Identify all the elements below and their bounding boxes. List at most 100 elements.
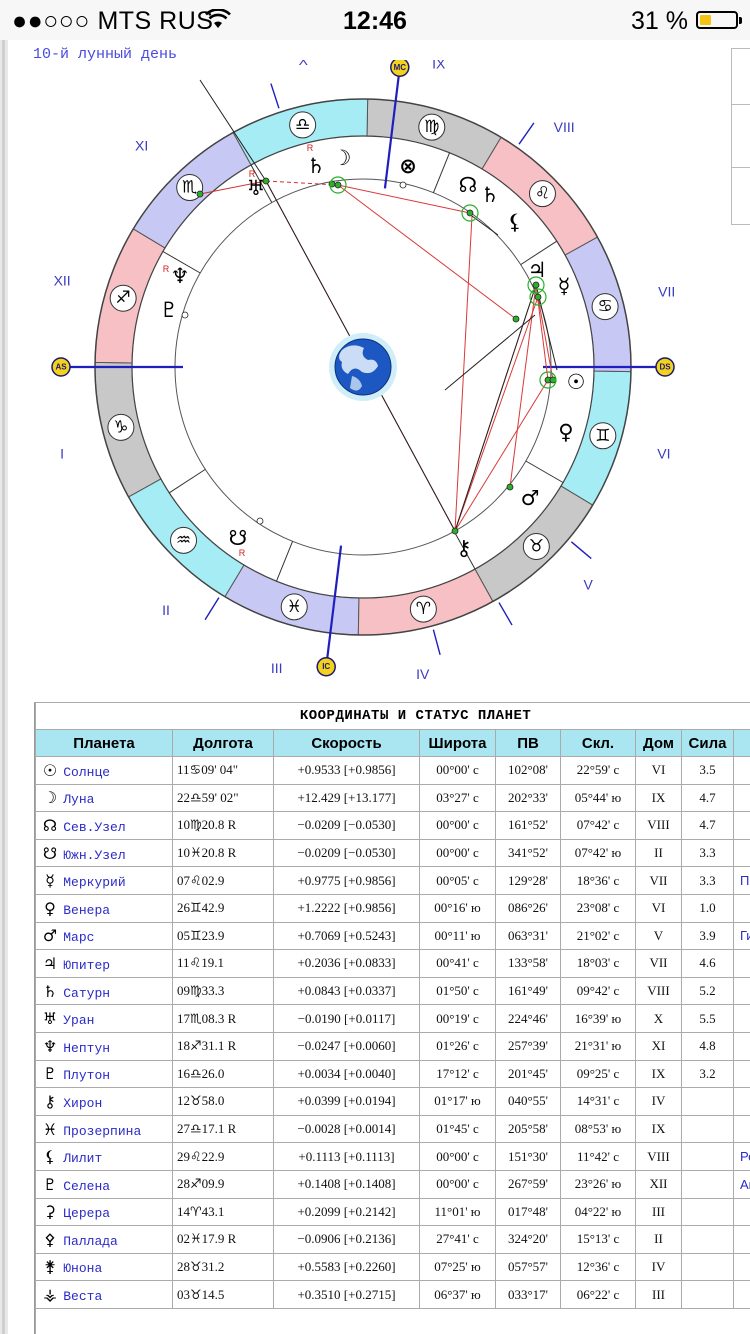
longitude-minutes: 59' 02" — [201, 789, 239, 805]
planet-glyph-icon: ☿ — [558, 274, 571, 298]
house-cell: III — [635, 1280, 682, 1309]
right-ascension-cell: 205°58' — [495, 1114, 561, 1144]
house-cell: VII — [635, 866, 682, 895]
table-row: ♆ Нептун 18♐31.1 R −0.0247 [+0.0060] 01°26'… — [35, 1031, 750, 1061]
speed-cell: +12.429 [+13.177] — [273, 783, 420, 813]
zodiac-sign-icon: ♈ — [190, 1204, 202, 1220]
power-cell: 5.2 — [681, 976, 734, 1006]
house-number-label: VI — [657, 445, 670, 461]
longitude-cell: 29♌22.9 — [172, 1142, 274, 1171]
latitude-cell: 00°16' ю — [419, 893, 496, 923]
planet-name-link[interactable]: Хирон — [63, 1096, 102, 1111]
planet-name-link[interactable]: Юпитер — [63, 958, 110, 973]
planet-name-link[interactable]: Селена — [63, 1179, 110, 1194]
declination-cell: 08°53' ю — [560, 1114, 636, 1144]
zodiac-sign-icon: ♉ — [529, 536, 544, 556]
house-number-label: IV — [416, 666, 430, 680]
planet-name-link[interactable]: Сев.Узел — [63, 820, 125, 835]
planet-name-link[interactable]: Нептун — [63, 1041, 110, 1056]
planet-name-link[interactable]: Юнона — [63, 1261, 102, 1276]
longitude-degrees: 29 — [177, 1148, 190, 1164]
planet-cell: ♅ Уран — [35, 1004, 173, 1033]
battery-icon — [696, 11, 742, 29]
longitude-minutes: 17.1 R — [201, 1121, 237, 1137]
right-ascension-cell: 102°08' — [495, 756, 561, 785]
planet-marker — [506, 483, 514, 491]
longitude-cell: 22♎59' 02" — [172, 783, 274, 813]
planet-glyph-icon: ♇ — [42, 1064, 58, 1084]
planet-cell: ☉ Солнце — [35, 756, 173, 785]
planet-glyph-icon: ♀ — [558, 420, 573, 444]
status-bar: ●●○○○ MTS RUS 12:46 31 % — [0, 0, 750, 40]
note-cell — [732, 976, 750, 1006]
house-cell: III — [635, 1197, 682, 1227]
planet-name-link[interactable]: Марс — [63, 930, 94, 945]
table-row: ⚶ Веста 03♉14.5 +0.3510 [+0.2715] 06°37' ю0… — [35, 1280, 750, 1309]
speed-cell: +0.0034 [+0.0040] — [273, 1059, 420, 1089]
planet-name-link[interactable]: Прозерпина — [63, 1124, 141, 1139]
zodiac-sign-icon: ♊ — [190, 901, 202, 917]
planet-name-link[interactable]: Лилит — [63, 1151, 102, 1166]
planet-name-link[interactable]: Меркурий — [63, 875, 125, 890]
longitude-minutes: 26.0 — [201, 1065, 225, 1081]
note-cell: Ан — [732, 1169, 750, 1199]
right-ascension-cell: 057°57' — [495, 1252, 561, 1282]
power-cell: 3.3 — [681, 866, 734, 895]
latitude-cell: 00°00' с — [419, 811, 496, 840]
planet-cell: ⚶ Веста — [35, 1280, 173, 1309]
column-header: Дом — [635, 729, 682, 757]
note-cell — [732, 1004, 750, 1033]
power-cell — [681, 1169, 734, 1199]
note-cell — [732, 1059, 750, 1089]
longitude-minutes: 09' 04" — [201, 762, 239, 778]
planet-glyph-icon: ☽ — [42, 788, 58, 808]
planet-glyph-icon: ♃ — [528, 258, 547, 282]
power-cell: 4.7 — [681, 811, 734, 840]
planet-marker — [334, 181, 342, 189]
longitude-minutes: 33.3 — [201, 983, 225, 999]
longitude-minutes: 09.9 — [201, 1176, 225, 1192]
planet-name-link[interactable]: Церера — [63, 1206, 110, 1221]
latitude-cell: 00°11' ю — [419, 921, 496, 951]
right-ascension-cell: 161°49' — [495, 976, 561, 1006]
house-number-label: I — [60, 445, 64, 461]
table-row: ♂ Марс 05♊23.9 +0.7069 [+0.5243] 00°11' ю 06… — [35, 921, 750, 951]
planet-name-link[interactable]: Солнце — [63, 765, 110, 780]
note-cell: Ре — [732, 1142, 750, 1171]
speed-cell: +0.1113 [+0.1113] — [273, 1142, 420, 1171]
planet-status-table: КООРДИНАТЫ И СТАТУС ПЛАНЕТ Планета Долгот… — [34, 702, 750, 1334]
planet-name-link[interactable]: Плутон — [63, 1068, 110, 1083]
table-row: ⚸ Лилит 29♌22.9 +0.1113 [+0.1113] 00°00' с1… — [35, 1142, 750, 1171]
planet-glyph-icon: ♅ — [247, 176, 266, 200]
planet-glyph-icon: ☿ — [45, 871, 55, 891]
scroll-track[interactable] — [0, 40, 8, 1334]
planet-name-link[interactable]: Сатурн — [63, 986, 110, 1001]
planet-name-link[interactable]: Паллада — [63, 1234, 118, 1249]
planet-name-link[interactable]: Луна — [63, 792, 94, 807]
planet-name-link[interactable]: Венера — [63, 903, 110, 918]
declination-cell: 07°42' ю — [560, 838, 636, 868]
planet-glyph-icon: ⚷ — [44, 1091, 56, 1111]
power-cell — [681, 1280, 734, 1309]
side-panel — [731, 48, 750, 225]
planet-glyph-icon: ♂ — [42, 926, 58, 946]
declination-cell: 23°08' с — [560, 893, 636, 923]
right-ascension-cell: 202°33' — [495, 783, 561, 813]
house-number-label: II — [162, 602, 170, 618]
declination-cell: 21°02' с — [560, 921, 636, 951]
planet-glyph-icon: ♄ — [481, 183, 500, 207]
planet-cell: ☋ Южн.Узел — [35, 838, 173, 868]
longitude-cell: 11♋09' 04" — [172, 756, 274, 785]
planet-name-link[interactable]: Веста — [63, 1289, 102, 1304]
planet-marker — [256, 517, 264, 525]
planet-glyph-icon: ⚷ — [456, 536, 471, 560]
longitude-minutes: 08.3 R — [201, 1010, 237, 1026]
declination-cell: 05°44' ю — [560, 783, 636, 813]
planet-name-link[interactable]: Южн.Узел — [63, 848, 125, 863]
planet-glyph-icon: ⚳ — [44, 1202, 56, 1222]
longitude-degrees: 10 — [177, 817, 190, 833]
longitude-degrees: 09 — [177, 983, 190, 999]
longitude-minutes: 19.1 — [201, 955, 224, 971]
table-row: ♇ Плутон 16♎26.0 +0.0034 [+0.0040] 17°12' с… — [35, 1059, 750, 1089]
planet-name-link[interactable]: Уран — [63, 1013, 94, 1028]
